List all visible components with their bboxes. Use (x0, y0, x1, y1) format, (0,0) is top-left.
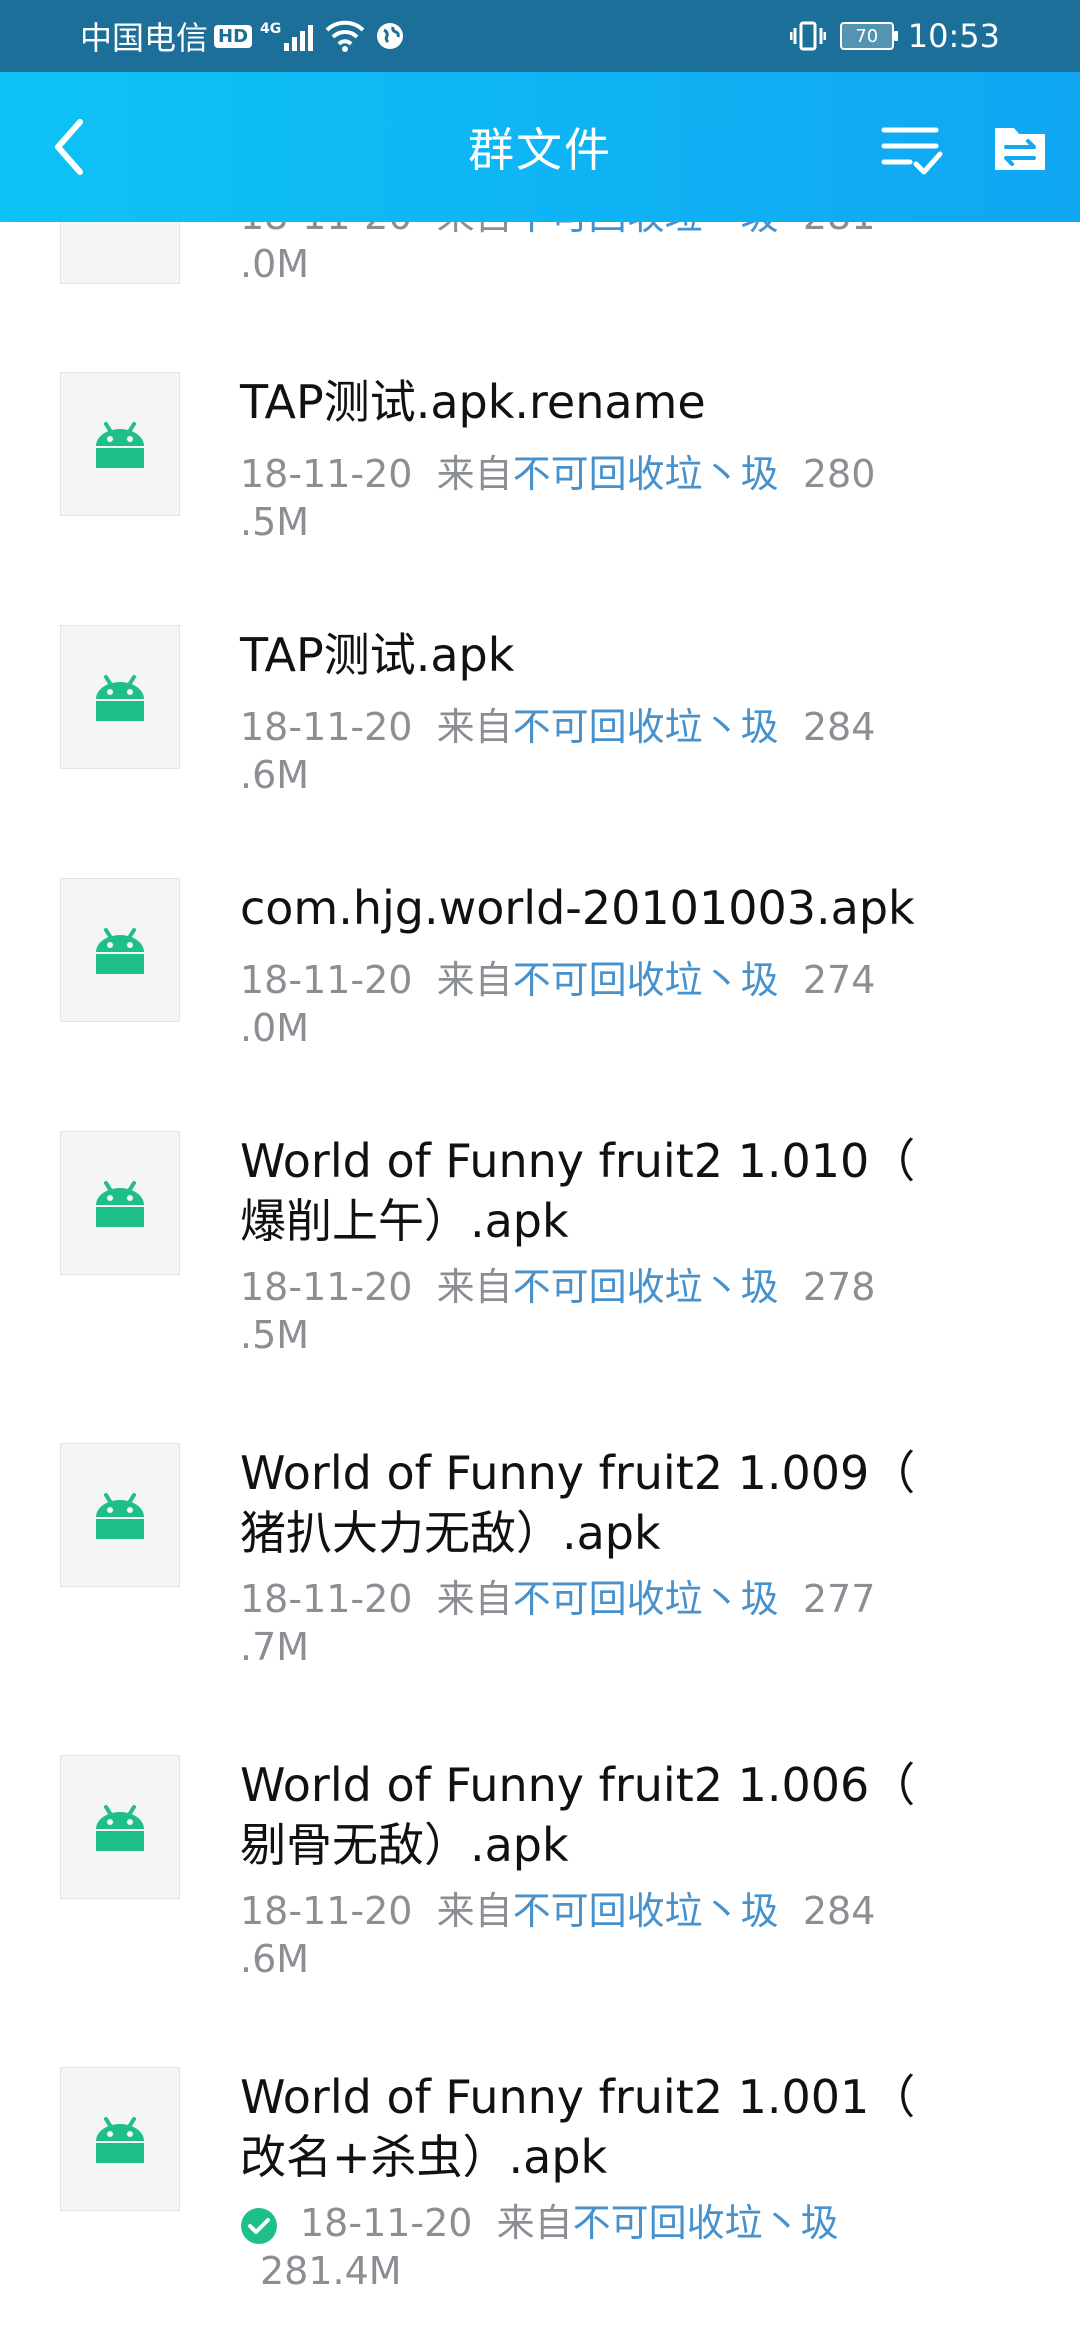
file-name: World of Funny fruit2 1.006（ 剔骨无敌）.apk (240, 1758, 916, 1872)
file-meta: 18-11-20 来自不可回收垃丶圾 278.5M (240, 1265, 876, 1357)
status-left: 中国电信 HD 4G (80, 0, 405, 72)
file-thumbnail (60, 1131, 180, 1275)
file-name: com.hjg.world-20101003.apk (240, 881, 915, 935)
wifi-icon (325, 20, 365, 52)
file-thumbnail (60, 2067, 180, 2211)
file-thumbnail (60, 222, 180, 284)
list-check-icon (881, 127, 943, 175)
android-icon (96, 1181, 144, 1227)
file-thumbnail (60, 372, 180, 516)
status-right: 70 10:53 (789, 0, 1000, 72)
file-meta: 18-11-20 来自不可回收垃丶圾 284.6M (240, 1889, 876, 1981)
downloaded-check-icon (241, 2207, 277, 2244)
uploader-link[interactable]: 不可回收垃丶圾 (513, 958, 779, 1002)
uploader-link[interactable]: 不可回收垃丶圾 (513, 222, 779, 238)
file-meta: 18-11-20 来自不可回收垃丶圾 284.6M (240, 705, 876, 797)
folder-transfer-icon (995, 128, 1045, 170)
file-meta: 18-11-20 来自不可回收垃丶圾 274.0M (240, 958, 876, 1050)
android-icon (96, 675, 144, 721)
signal-icon: 4G (260, 21, 314, 51)
file-name: TAP测试.apk (240, 628, 515, 682)
file-meta: 18-11-20 来自不可回收垃丶圾 281.0M (240, 222, 920, 288)
multi-select-button[interactable] (880, 116, 944, 180)
file-thumbnail (60, 1755, 180, 1899)
transfer-folder-button[interactable] (992, 120, 1048, 176)
android-icon (96, 422, 144, 468)
file-meta: 18-11-20 来自不可回收垃丶圾 280.5M (240, 452, 876, 544)
carrier-label: 中国电信 (80, 19, 209, 57)
file-list: 18-11-20 来自不可回收垃丶圾 281.0M TAP测试.apk.rena… (0, 222, 1080, 2340)
battery-icon: 70 (839, 22, 898, 50)
uploader-link[interactable]: 不可回收垃丶圾 (513, 1889, 779, 1933)
hd-badge: HD (214, 24, 253, 48)
uploader-link[interactable]: 不可回收垃丶圾 (513, 1265, 779, 1309)
vibrate-icon (789, 21, 826, 51)
battery-level: 70 (855, 25, 879, 47)
file-meta: 18-11-20 来自不可回收垃丶圾 277.7M (240, 1577, 876, 1669)
globe-icon (377, 23, 404, 49)
file-thumbnail (60, 625, 180, 769)
file-name: World of Funny fruit2 1.009（ 猪扒大力无敌）.apk (240, 1446, 916, 1560)
android-icon (96, 1493, 144, 1539)
status-bar: 中国电信 HD 4G 70 10:53 (0, 0, 1080, 72)
uploader-link[interactable]: 不可回收垃丶圾 (573, 2201, 839, 2245)
file-name: TAP测试.apk.rename (240, 375, 706, 429)
app-header: 群文件 (0, 72, 1080, 222)
android-icon (96, 1805, 144, 1851)
file-meta: 18-11-20 来自不可回收垃丶圾 281.4M (240, 2199, 940, 2295)
android-icon (96, 928, 144, 974)
file-thumbnail (60, 878, 180, 1022)
clock: 10:53 (907, 17, 1000, 55)
uploader-link[interactable]: 不可回收垃丶圾 (513, 1577, 779, 1621)
file-name: World of Funny fruit2 1.010（ 爆削上午）.apk (240, 1134, 916, 1248)
uploader-link[interactable]: 不可回收垃丶圾 (513, 705, 779, 749)
file-name: World of Funny fruit2 1.001（ 改名+杀虫）.apk (240, 2070, 916, 2184)
uploader-link[interactable]: 不可回收垃丶圾 (513, 452, 779, 496)
network-type: 4G (260, 21, 282, 37)
file-thumbnail (60, 1443, 180, 1587)
android-icon (96, 2117, 144, 2163)
